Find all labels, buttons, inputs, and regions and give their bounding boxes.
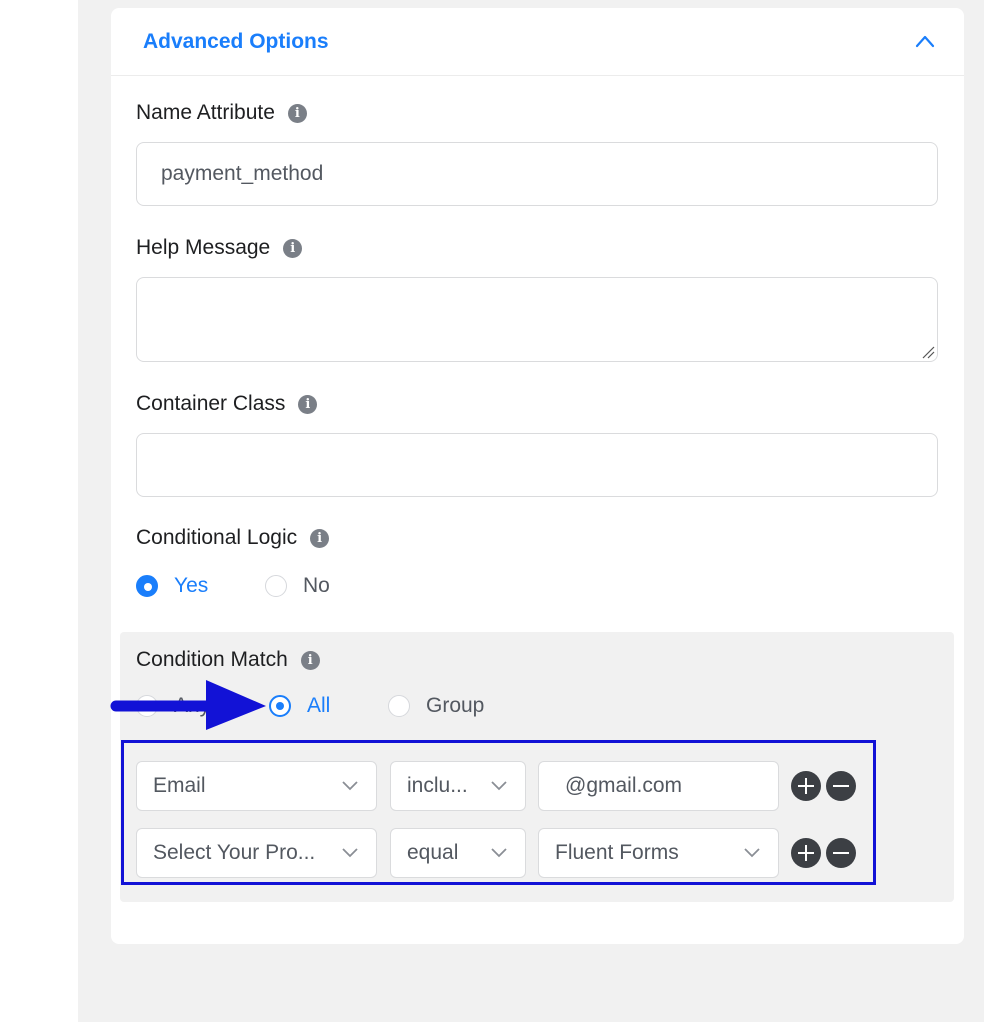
radio-yes[interactable] — [136, 575, 158, 597]
name-attribute-label: Name Attribute i — [136, 101, 307, 125]
resize-handle-icon[interactable] — [921, 345, 935, 359]
info-icon[interactable]: i — [310, 528, 330, 548]
panel-header[interactable]: Advanced Options — [111, 8, 964, 76]
info-icon[interactable]: i — [300, 650, 320, 670]
conditional-logic-yes[interactable]: Yes — [136, 574, 208, 598]
help-message-textarea[interactable] — [136, 277, 938, 362]
condition-match-group[interactable]: Group — [388, 694, 484, 718]
info-icon[interactable]: i — [298, 394, 318, 414]
condition-match-all[interactable]: All — [269, 694, 330, 718]
radio-group[interactable] — [388, 695, 410, 717]
help-message-label: Help Message i — [136, 236, 303, 260]
conditional-logic-no[interactable]: No — [265, 574, 330, 598]
container-class-label: Container Class i — [136, 392, 318, 416]
container-class-input[interactable] — [136, 433, 938, 497]
radio-no[interactable] — [265, 575, 287, 597]
info-icon[interactable]: i — [287, 103, 307, 123]
conditional-logic-label: Conditional Logic i — [136, 526, 330, 550]
condition-match-label: Condition Match i — [136, 648, 320, 672]
info-icon[interactable]: i — [283, 238, 303, 258]
radio-all[interactable] — [269, 695, 291, 717]
name-attribute-input[interactable]: payment_method — [136, 142, 938, 206]
chevron-up-icon[interactable] — [915, 34, 935, 48]
left-sidebar-area — [0, 0, 78, 1022]
panel-title: Advanced Options — [143, 30, 329, 53]
annotation-arrow-icon — [110, 680, 266, 730]
annotation-highlight-box — [121, 740, 876, 885]
